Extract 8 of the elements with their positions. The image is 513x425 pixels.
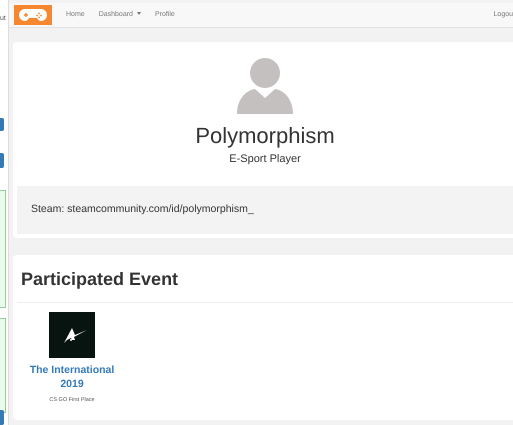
event-logo — [49, 312, 95, 358]
player-name: Polymorphism — [194, 124, 336, 148]
event-title-link[interactable]: The International 2019 — [26, 363, 118, 392]
gamepad-icon — [19, 8, 47, 22]
logo[interactable] — [14, 5, 52, 25]
steam-link-text: Steam: steamcommunity.com/id/polymorphism_ — [31, 202, 254, 217]
section-heading: Participated Event — [20, 268, 180, 290]
player-role: E-Sport Player — [228, 152, 302, 168]
